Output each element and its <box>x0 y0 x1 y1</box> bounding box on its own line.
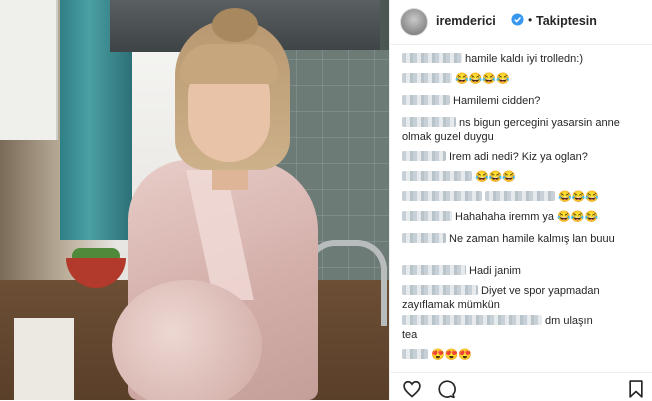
blurred-username <box>402 285 478 295</box>
comment-emoji: 😂😂😂 <box>475 171 517 183</box>
comment-icon[interactable] <box>436 379 456 399</box>
comment-item: dm ulaşın tea <box>402 314 642 342</box>
comment-emoji: 😂😂😂😂 <box>455 73 510 85</box>
comment-text-line2: zayıflamak mümkün <box>402 299 500 311</box>
comment-emoji: 😂😂😂 <box>558 191 600 203</box>
photo-drawer <box>14 318 74 400</box>
instagram-post: iremderici • Takiptesin hamile kaldı iyi… <box>0 0 652 400</box>
blurred-username <box>402 117 456 127</box>
blurred-username <box>402 171 472 181</box>
comment-item: Hahahaha iremm ya 😂😂😂 <box>402 210 642 224</box>
comment-text: dm ulaşın <box>545 315 593 327</box>
comment-item: hamile kaldı iyi trolledn:) <box>402 52 642 66</box>
post-sidebar: iremderici • Takiptesin hamile kaldı iyi… <box>389 0 652 400</box>
photo-bangs <box>180 44 278 84</box>
comment-text: Hahahaha iremm ya <box>455 211 555 223</box>
blurred-username <box>402 349 428 359</box>
blurred-username <box>402 53 462 63</box>
comment-item: Hamilemi cidden? <box>402 94 642 108</box>
blurred-username <box>402 315 542 325</box>
comment-item: 😂😂😂 <box>402 170 642 184</box>
username[interactable]: iremderici <box>436 14 496 28</box>
photo-cabinet <box>0 0 58 140</box>
blurred-username <box>402 211 452 221</box>
blurred-username <box>402 233 446 243</box>
comment-text: Diyet ve spor yapmadan <box>481 285 600 297</box>
comment-item: Diyet ve spor yapmadan zayıflamak mümkün <box>402 284 642 312</box>
post-photo[interactable] <box>0 0 389 400</box>
comment-item: Irem adi nedi? Kiz ya oglan? <box>402 150 642 164</box>
comment-item: ns bigun gercegini yasarsin anne olmak g… <box>402 116 642 144</box>
comment-text: Ne zaman hamile kalmış lan buuu <box>449 233 615 245</box>
blurred-username <box>402 151 446 161</box>
header-separator: • <box>528 13 533 27</box>
heart-icon[interactable] <box>402 379 422 399</box>
post-header: iremderici • Takiptesin <box>390 0 652 45</box>
comment-text: hamile kaldı iyi trolledn:) <box>465 53 583 65</box>
comments-list[interactable]: hamile kaldı iyi trolledn:) 😂😂😂😂 Hamilem… <box>390 46 652 368</box>
comment-item: 😍😍😍 <box>402 348 642 362</box>
comment-text-line2: olmak guzel duygu <box>402 131 494 143</box>
comment-item: 😂😂😂 <box>402 190 642 204</box>
blurred-text <box>485 191 555 201</box>
comment-text: ns bigun gercegini yasarsin anne <box>459 117 620 129</box>
photo-hair-bun <box>212 8 258 42</box>
blurred-username <box>402 191 482 201</box>
verified-badge-icon <box>511 13 524 26</box>
comment-text-line2: tea <box>402 329 418 341</box>
comment-text: Hamilemi cidden? <box>453 95 541 107</box>
comment-text: Hadi janim <box>469 265 521 277</box>
blurred-username <box>402 95 450 105</box>
avatar[interactable] <box>400 8 428 36</box>
comment-item: 😂😂😂😂 <box>402 72 642 86</box>
following-button[interactable]: Takiptesin <box>536 14 597 28</box>
blurred-username <box>402 73 452 83</box>
blurred-username <box>402 265 466 275</box>
comment-text: Irem adi nedi? Kiz ya oglan? <box>449 151 588 163</box>
comment-emoji: 😍😍😍 <box>431 349 473 361</box>
comment-emoji: 😂😂😂 <box>557 211 599 223</box>
action-bar <box>390 372 652 401</box>
comment-item: Ne zaman hamile kalmış lan buuu <box>402 232 642 246</box>
photo-belly <box>112 280 262 400</box>
bookmark-icon[interactable] <box>626 379 646 399</box>
comment-item: Hadi janim <box>402 264 642 278</box>
